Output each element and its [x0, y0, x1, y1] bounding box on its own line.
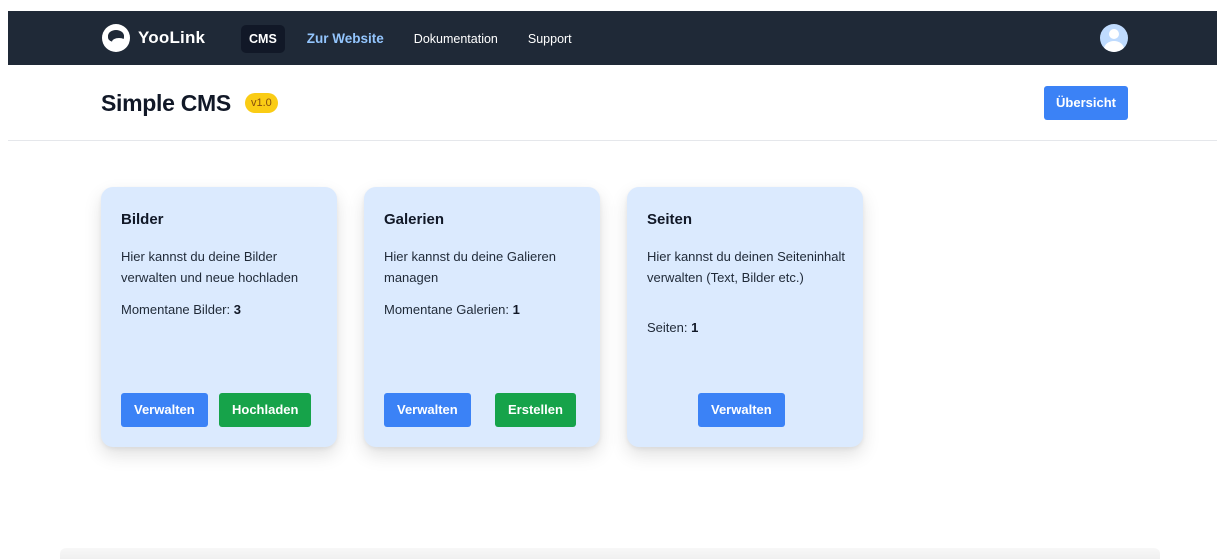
card-title: Galerien — [384, 211, 445, 228]
card-count: Momentane Bilder: 3 — [121, 302, 241, 317]
manage-galleries-button[interactable]: Verwalten — [384, 393, 471, 427]
card-description: Hier kannst du deinen Seiteninhalt verwa… — [647, 249, 846, 285]
create-gallery-button[interactable]: Erstellen — [495, 393, 576, 427]
card-description: Hier kannst du deine Galieren managen — [384, 249, 556, 285]
count-label: Momentane Galerien: — [384, 302, 510, 317]
card-images: Bilder Hier kannst du deine Bilder verwa… — [101, 187, 337, 447]
nav-link-docs[interactable]: Dokumentation — [406, 25, 506, 53]
count-label: Momentane Bilder: — [121, 302, 231, 317]
nav-link-cms[interactable]: CMS — [241, 24, 285, 53]
brand-name: YooLink — [138, 28, 206, 47]
card-title: Seiten — [647, 211, 693, 228]
count-value: 1 — [512, 302, 520, 317]
card-count: Seiten: 1 — [647, 320, 698, 335]
upload-images-button[interactable]: Hochladen — [219, 393, 312, 427]
brand[interactable]: YooLink — [102, 24, 205, 52]
nav-link-support[interactable]: Support — [520, 25, 580, 53]
yoolink-logo-icon — [102, 24, 130, 52]
manage-pages-button[interactable]: Verwalten — [698, 393, 785, 427]
manage-images-button[interactable]: Verwalten — [121, 393, 208, 427]
nav-link-website[interactable]: Zur Website — [299, 24, 392, 53]
nav-links: CMS Zur Website Dokumentation Support — [241, 24, 594, 53]
count-value: 1 — [691, 320, 699, 335]
count-value: 3 — [233, 302, 241, 317]
page-title: Simple CMS — [101, 90, 231, 116]
card-count: Momentane Galerien: 1 — [384, 302, 520, 317]
user-avatar-icon[interactable] — [1100, 24, 1128, 52]
card-title: Bilder — [121, 211, 164, 228]
top-navbar: YooLink CMS Zur Website Dokumentation Su… — [8, 11, 1217, 65]
card-pages: Seiten Hier kannst du deinen Seiteninhal… — [627, 187, 863, 447]
page-header: Simple CMS v1.0 Übersicht — [8, 65, 1217, 141]
card-description: Hier kannst du deine Bilder verwalten un… — [121, 249, 299, 285]
card-galleries: Galerien Hier kannst du deine Galieren m… — [364, 187, 600, 447]
footer-shadow — [60, 548, 1160, 559]
window-edge — [0, 0, 8, 559]
overview-button[interactable]: Übersicht — [1044, 86, 1128, 120]
count-label: Seiten: — [647, 320, 688, 335]
version-badge: v1.0 — [245, 93, 278, 113]
